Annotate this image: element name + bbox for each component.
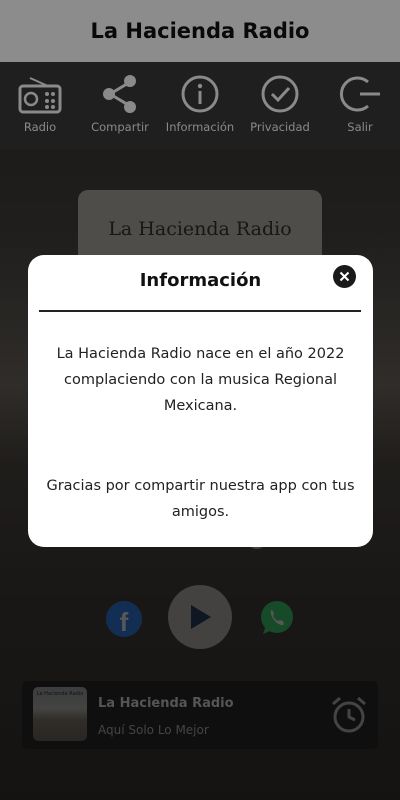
dialog-paragraph-thanks: Gracias por compartir nuestra app con tu… [46,478,355,520]
close-button[interactable] [333,265,356,288]
divider [39,310,361,312]
info-dialog: Información La Hacienda Radio nace en el… [28,255,373,547]
toolbar: Radio Compartir Información Privacidad S… [0,62,400,150]
toolbar-label-share: Compartir [91,120,149,134]
toolbar-item-share[interactable]: Compartir [80,62,160,150]
share-icon [103,75,136,113]
dialog-title: Información [139,270,262,291]
exit-icon [339,76,380,112]
info-icon [181,75,219,113]
toolbar-label-privacy: Privacidad [250,120,310,134]
check-circle-icon [261,75,299,113]
radio-icon [18,77,62,114]
toolbar-item-privacy[interactable]: Privacidad [240,62,320,150]
app-header: La Hacienda Radio [0,0,400,62]
dialog-paragraph-about: La Hacienda Radio nace en el año 2022 co… [56,346,345,414]
toolbar-label-info: Información [165,120,235,134]
toolbar-label-radio: Radio [23,120,57,134]
toolbar-item-exit[interactable]: Salir [320,62,400,150]
toolbar-label-exit: Salir [347,120,373,134]
toolbar-item-info[interactable]: Información [160,62,240,150]
close-icon [339,271,350,282]
toolbar-item-radio[interactable]: Radio [0,62,80,150]
